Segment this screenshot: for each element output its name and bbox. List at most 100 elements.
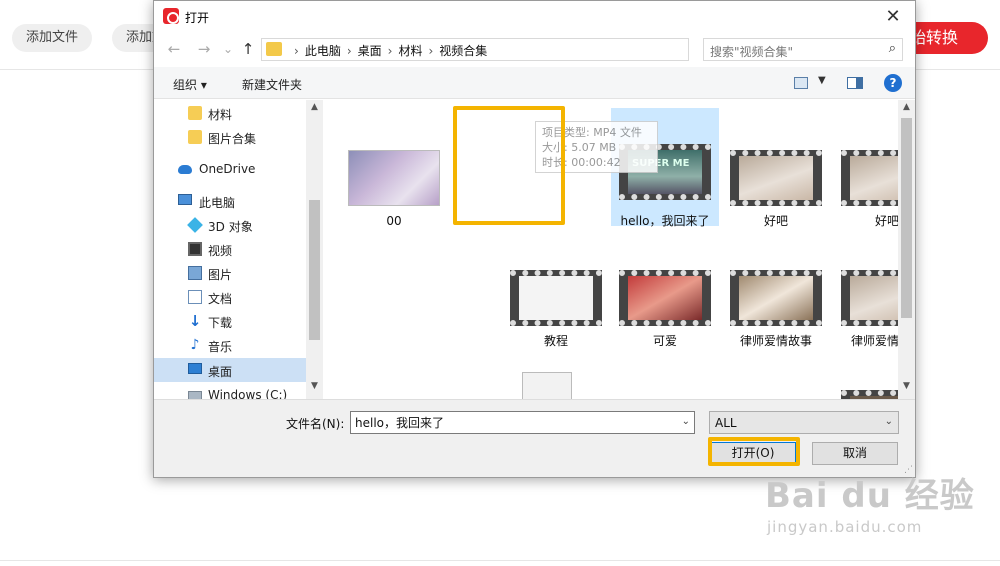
file-name: 律师爱情故事 — [739, 334, 812, 348]
add-file-button[interactable]: 添加文件 — [12, 24, 93, 52]
folder-icon — [266, 42, 282, 56]
breadcrumb-separator: › — [294, 44, 299, 58]
video-thumbnail — [841, 150, 898, 206]
computer-icon — [178, 194, 192, 205]
video-thumbnail — [510, 270, 602, 326]
cube-icon — [187, 217, 203, 233]
breadcrumb-separator: › — [346, 44, 352, 58]
sidebar-item-label: 材料 — [208, 108, 233, 122]
video-frame — [519, 276, 593, 320]
video-icon — [188, 242, 202, 256]
sidebar-item-pictures[interactable]: 图片 — [154, 261, 306, 285]
search-icon[interactable]: ⌕ — [889, 41, 896, 56]
file-name: 好吧 — [874, 214, 898, 228]
selected-file-highlight — [453, 106, 565, 225]
video-thumbnail — [730, 150, 822, 206]
filetype-select[interactable]: ALL ⌄ — [709, 411, 899, 434]
file-item[interactable]: 00 — [340, 140, 448, 258]
file-item[interactable]: 好吧 — [833, 140, 898, 258]
sidebar-item-windows-c[interactable]: Windows (C:) — [154, 383, 306, 399]
search-placeholder: 搜索"视频合集" — [710, 45, 794, 59]
scroll-up-icon[interactable]: ▲ — [306, 102, 323, 118]
watermark: Bai du 经验 jingyan.baidu.com — [765, 468, 995, 548]
file-name: 好吧 — [763, 214, 788, 228]
sidebar-item-label: 图片合集 — [208, 132, 257, 146]
preview-pane-icon[interactable] — [847, 77, 863, 89]
video-thumbnail — [841, 270, 898, 326]
sidebar-item-this-pc[interactable]: 此电脑 — [154, 189, 306, 213]
scroll-thumb[interactable] — [901, 118, 912, 318]
scroll-up-icon[interactable]: ▲ — [898, 102, 915, 118]
video-frame — [628, 276, 702, 320]
sidebar-scrollbar[interactable]: ▲ ▼ — [306, 100, 323, 399]
sidebar-item-image-collection[interactable]: 图片合集 — [154, 125, 306, 149]
forward-arrow-icon[interactable]: → — [194, 39, 214, 59]
breadcrumb-separator: › — [428, 44, 434, 58]
up-arrow-icon[interactable]: ↑ — [238, 39, 258, 59]
file-thumbnail — [522, 372, 572, 399]
file-item[interactable]: 好吧 — [722, 140, 830, 258]
filename-label: 文件名(N): — [286, 417, 345, 431]
file-item[interactable] — [502, 362, 610, 399]
back-arrow-icon[interactable]: ← — [164, 39, 184, 59]
help-icon[interactable]: ? — [884, 74, 902, 92]
folder-icon — [188, 106, 202, 120]
cancel-button[interactable]: 取消 — [812, 442, 898, 465]
app-logo-icon — [163, 8, 179, 24]
view-mode-icon[interactable] — [794, 77, 808, 89]
file-item[interactable] — [833, 380, 898, 399]
filetype-value: ALL — [715, 416, 737, 430]
breadcrumb-this-pc[interactable]: 此电脑 — [305, 44, 341, 58]
scroll-down-icon[interactable]: ▼ — [306, 381, 323, 397]
file-item[interactable]: 教程 — [502, 260, 610, 378]
breadcrumb-materials[interactable]: 材料 — [398, 44, 422, 58]
dialog-titlebar: 打开 ✕ — [154, 1, 915, 33]
dialog-footer: 文件名(N): ⌄ ALL ⌄ 打开(O) 取消 ⋰ — [154, 399, 915, 477]
address-bar[interactable]: ›此电脑›桌面›材料›视频合集 ⌄ ↻ — [261, 38, 790, 61]
sidebar-item-label: 此电脑 — [199, 196, 236, 210]
video-thumbnail — [730, 270, 822, 326]
breadcrumb-video-collection[interactable]: 视频合集 — [439, 44, 487, 58]
file-name: 可爱 — [652, 334, 677, 348]
scroll-down-icon[interactable]: ▼ — [898, 381, 915, 397]
file-name: 律师爱情故事 — [850, 334, 898, 348]
open-button-highlight — [708, 437, 800, 466]
sidebar-item-materials[interactable]: 材料 — [154, 101, 306, 125]
video-thumbnail — [841, 390, 898, 399]
close-icon[interactable]: ✕ — [871, 1, 915, 33]
organize-menu[interactable]: 组织 ▾ — [173, 76, 207, 93]
sidebar-item-3d-objects[interactable]: 3D 对象 — [154, 213, 306, 237]
video-frame — [850, 156, 898, 200]
watermark-url: jingyan.baidu.com — [767, 518, 923, 536]
navigation-pane: 材料 图片合集 OneDrive 此电脑 3D 对象 视频 图片 文档 ↓ 下载… — [154, 100, 324, 399]
sidebar-item-label: 图片 — [208, 268, 233, 282]
sidebar-item-desktop[interactable]: 桌面 — [154, 358, 306, 382]
new-folder-button[interactable]: 新建文件夹 — [242, 76, 302, 93]
breadcrumb-separator: › — [387, 44, 393, 58]
file-name: hello，我回来了 — [620, 214, 710, 228]
sidebar-item-onedrive[interactable]: OneDrive — [154, 157, 306, 181]
sidebar-item-downloads[interactable]: ↓ 下载 — [154, 309, 306, 333]
filename-input[interactable] — [351, 412, 671, 433]
video-frame — [739, 156, 813, 200]
file-name: 教程 — [543, 334, 568, 348]
file-item[interactable]: 可爱 — [611, 260, 719, 378]
breadcrumb-desktop[interactable]: 桌面 — [358, 44, 382, 58]
background-divider — [0, 560, 1000, 561]
search-input[interactable]: 搜索"视频合集" ⌕ — [703, 38, 903, 61]
chevron-down-icon[interactable]: ▼ — [818, 75, 826, 86]
file-item[interactable]: 律师爱情故事 — [722, 260, 830, 378]
file-list-scrollbar[interactable]: ▲ ▼ — [898, 100, 915, 399]
sidebar-item-documents[interactable]: 文档 — [154, 285, 306, 309]
recent-locations-icon[interactable]: ⌄ — [218, 39, 238, 59]
sidebar-item-videos[interactable]: 视频 — [154, 237, 306, 261]
sidebar-item-music[interactable]: ♪ 音乐 — [154, 333, 306, 357]
drive-icon — [188, 391, 202, 399]
chevron-down-icon[interactable]: ⌄ — [682, 416, 690, 427]
open-file-dialog: 打开 ✕ ← → ⌄ ↑ ›此电脑›桌面›材料›视频合集 ⌄ ↻ 搜索"视频合集… — [153, 0, 916, 478]
music-icon: ♪ — [190, 337, 200, 353]
filename-field[interactable]: ⌄ — [350, 411, 695, 434]
scroll-thumb[interactable] — [309, 200, 320, 340]
sidebar-item-label: 3D 对象 — [208, 220, 253, 234]
file-item[interactable]: 律师爱情故事 — [833, 260, 898, 378]
